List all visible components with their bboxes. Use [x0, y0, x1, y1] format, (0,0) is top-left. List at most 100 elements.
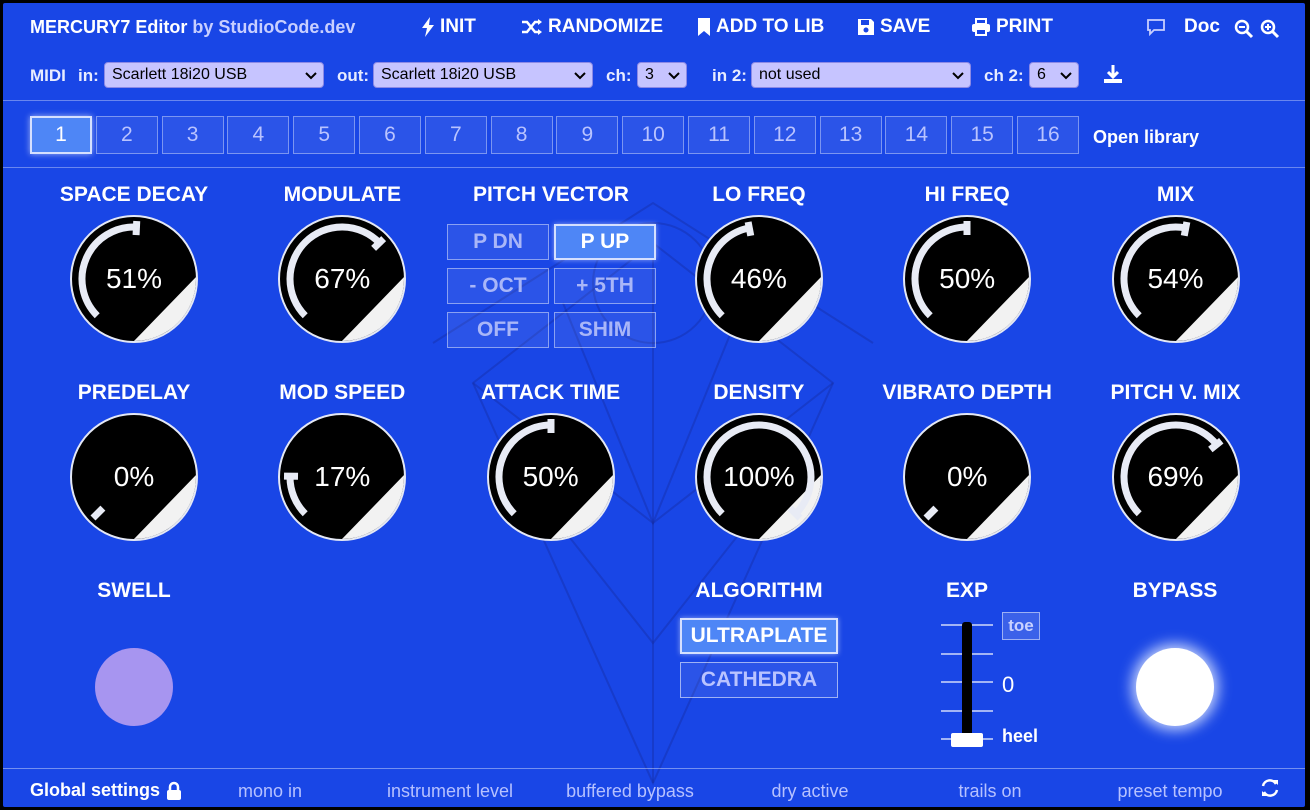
- preset-button-5[interactable]: 5: [293, 116, 356, 154]
- global-setting-item[interactable]: trails on: [958, 781, 1021, 802]
- preset-button-8[interactable]: 8: [490, 116, 553, 154]
- knob-label: LO FREQ: [712, 183, 806, 206]
- knob-block-modulate: MODULATE 67%: [238, 183, 446, 348]
- open-library-link[interactable]: Open library: [1093, 127, 1199, 148]
- midi-channel-select[interactable]: 3: [637, 62, 687, 88]
- pitch-vector-option-0[interactable]: P DN: [447, 224, 549, 260]
- midi-out-select[interactable]: Scarlett 18i20 USB: [373, 62, 593, 88]
- global-settings-button[interactable]: Global settings: [30, 780, 182, 801]
- midi-channel2-value: 6: [1037, 66, 1046, 83]
- knob-vibrato-depth[interactable]: 0%: [903, 413, 1032, 541]
- zoom-in-icon: [1260, 19, 1280, 39]
- algorithm-label: ALGORITHM: [695, 579, 823, 602]
- zoom-out-button[interactable]: [1234, 19, 1254, 39]
- knob-value: 54%: [1147, 263, 1204, 294]
- randomize-button[interactable]: RANDOMIZE: [521, 16, 663, 38]
- global-setting-item[interactable]: buffered bypass: [566, 781, 694, 802]
- download-icon: [1104, 65, 1122, 83]
- preset-button-1[interactable]: 1: [30, 116, 92, 154]
- pitch-vector-option-3[interactable]: + 5TH: [554, 268, 656, 304]
- app-name: MERCURY7 Editor: [30, 17, 188, 37]
- knob-mix[interactable]: 54%: [1111, 215, 1240, 343]
- preset-button-14[interactable]: 14: [885, 116, 948, 154]
- knob-label: HI FREQ: [924, 183, 1010, 206]
- save-button[interactable]: SAVE: [857, 16, 930, 38]
- app-author-link[interactable]: by StudioCode.dev: [192, 17, 355, 37]
- download-button[interactable]: [1103, 64, 1123, 84]
- knob-predelay[interactable]: 0%: [70, 413, 198, 541]
- midi-in-select[interactable]: Scarlett 18i20 USB: [104, 62, 324, 88]
- knob-value: 0%: [946, 461, 988, 492]
- knob-value: 69%: [1147, 461, 1204, 492]
- print-label: PRINT: [996, 16, 1053, 37]
- add-to-lib-button[interactable]: ADD TO LIB: [697, 16, 824, 38]
- global-setting-item[interactable]: instrument level: [387, 781, 513, 802]
- exp-slider[interactable]: [939, 617, 995, 749]
- preset-button-16[interactable]: 16: [1017, 116, 1079, 154]
- save-label: SAVE: [880, 16, 931, 37]
- knob-block-density: DENSITY 100%: [655, 381, 863, 546]
- pitch-vector-option-4[interactable]: OFF: [447, 312, 549, 348]
- global-setting-item[interactable]: mono in: [238, 781, 302, 802]
- knob-label: SPACE DECAY: [59, 183, 209, 206]
- knob-value: 51%: [105, 263, 163, 294]
- exp-slider-handle[interactable]: [951, 733, 983, 747]
- zoom-in-button[interactable]: [1260, 19, 1280, 39]
- knob-attack-time[interactable]: 50%: [486, 413, 615, 541]
- knob-mod-speed[interactable]: 17%: [278, 413, 407, 541]
- knob-hi-freq[interactable]: 50%: [903, 215, 1032, 343]
- knob-value: 46%: [730, 263, 787, 294]
- preset-button-7[interactable]: 7: [424, 116, 487, 154]
- comment-button[interactable]: [1146, 18, 1166, 36]
- exp-toe-button[interactable]: toe: [1002, 612, 1040, 640]
- doc-button[interactable]: Doc: [1184, 16, 1220, 38]
- knob-block-predelay: PREDELAY 0%: [30, 381, 238, 546]
- preset-button-6[interactable]: 6: [359, 116, 421, 154]
- knob-modulate[interactable]: 67%: [278, 215, 407, 343]
- midi-channel-label: ch:: [606, 66, 632, 85]
- knob-block-vibrato-depth: VIBRATO DEPTH 0%: [863, 381, 1071, 546]
- preset-button-4[interactable]: 4: [227, 116, 290, 154]
- add-to-lib-label: ADD TO LIB: [716, 16, 825, 37]
- knob-density[interactable]: 100%: [694, 413, 823, 541]
- init-label: INIT: [440, 16, 476, 37]
- preset-button-9[interactable]: 9: [556, 116, 619, 154]
- preset-button-2[interactable]: 2: [95, 116, 158, 154]
- swell-button[interactable]: [95, 648, 173, 726]
- pitch-vector-option-1[interactable]: P UP: [554, 224, 656, 260]
- swell-label: SWELL: [97, 579, 171, 602]
- knob-block-hi-freq: HI FREQ 50%: [863, 183, 1071, 348]
- preset-button-10[interactable]: 10: [622, 116, 685, 154]
- chevron-down-icon: [668, 72, 680, 80]
- preset-button-13[interactable]: 13: [819, 116, 882, 154]
- exp-heel-label: heel: [1002, 726, 1039, 746]
- top-toolbar: MERCURY7 Editor by StudioCode.dev INIT R…: [3, 3, 1305, 51]
- comment-icon: [1147, 19, 1165, 36]
- preset-button-12[interactable]: 12: [753, 116, 816, 154]
- pitch-vector-option-2[interactable]: - OCT: [447, 268, 549, 304]
- bypass-button[interactable]: [1136, 648, 1214, 726]
- midi-in2-select[interactable]: not used: [751, 62, 971, 88]
- print-button[interactable]: PRINT: [971, 16, 1053, 38]
- pitch-vector-option-5[interactable]: SHIM: [554, 312, 656, 348]
- algorithm-option-cathedra[interactable]: CATHEDRA: [680, 662, 838, 698]
- knob-label: PITCH V. MIX: [1110, 381, 1241, 404]
- preset-button-11[interactable]: 11: [688, 116, 750, 154]
- global-setting-item[interactable]: preset tempo: [1117, 781, 1222, 802]
- knob-value: 17%: [314, 461, 371, 492]
- midi-channel2-select[interactable]: 6: [1029, 62, 1079, 88]
- refresh-button[interactable]: [1260, 778, 1280, 798]
- knob-pitch-v-mix[interactable]: 69%: [1111, 413, 1240, 541]
- init-button[interactable]: INIT: [421, 16, 476, 38]
- algorithm-option-ultraplate[interactable]: ULTRAPLATE: [680, 618, 838, 654]
- bolt-icon: [422, 17, 434, 37]
- knob-lo-freq[interactable]: 46%: [694, 215, 823, 343]
- knob-block-attack-time: ATTACK TIME 50%: [447, 381, 655, 546]
- preset-button-15[interactable]: 15: [951, 116, 1014, 154]
- preset-button-3[interactable]: 3: [161, 116, 224, 154]
- global-setting-item[interactable]: dry active: [771, 781, 848, 802]
- knob-block-lo-freq: LO FREQ 46%: [655, 183, 863, 348]
- knob-label: ATTACK TIME: [480, 381, 621, 404]
- knob-block-mod-speed: MOD SPEED 17%: [238, 381, 446, 546]
- knob-space-decay[interactable]: 51%: [70, 215, 198, 343]
